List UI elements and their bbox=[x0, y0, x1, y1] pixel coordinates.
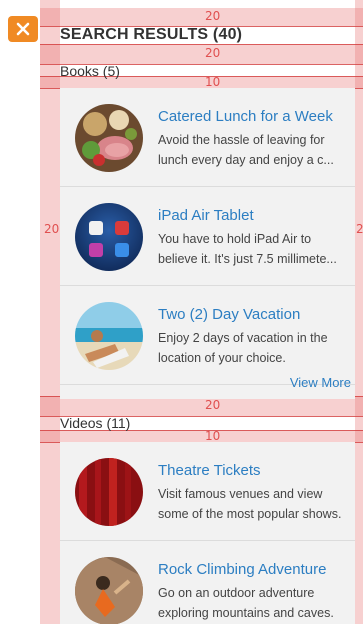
item-description-line: Enjoy 2 days of vacation in the bbox=[158, 331, 328, 345]
item-description-line: You have to hold iPad Air to bbox=[158, 232, 312, 246]
item-description: Avoid the hassle of leaving for lunch ev… bbox=[158, 130, 353, 170]
item-title[interactable]: Catered Lunch for a Week bbox=[158, 108, 333, 125]
beach-vacation-image bbox=[75, 302, 143, 370]
guide-label-right: 20 bbox=[356, 222, 363, 236]
books-results-list: Catered Lunch for a Week Avoid the hassl… bbox=[60, 88, 355, 399]
guide-label-top: 20 bbox=[205, 9, 221, 23]
guide-top-padding bbox=[40, 8, 363, 26]
guide-line bbox=[40, 44, 363, 45]
guide-label-books-gap: 10 bbox=[205, 75, 221, 89]
item-title[interactable]: Two (2) Day Vacation bbox=[158, 306, 300, 323]
item-title[interactable]: iPad Air Tablet bbox=[158, 207, 254, 224]
item-description: Enjoy 2 days of vacation in the location… bbox=[158, 328, 353, 368]
tablet-image bbox=[75, 203, 143, 271]
guide-videos-gap bbox=[40, 430, 363, 442]
item-description-line: believe it. It's just 7.5 millimete... bbox=[158, 252, 337, 266]
guide-label-left: 20 bbox=[44, 222, 60, 236]
list-item[interactable]: iPad Air Tablet You have to hold iPad Ai… bbox=[60, 187, 355, 286]
item-description-line: Avoid the hassle of leaving for bbox=[158, 133, 325, 147]
section-heading-videos: Videos (11) bbox=[60, 415, 131, 431]
item-description: Visit famous venues and view some of the… bbox=[158, 484, 353, 524]
list-item[interactable]: Rock Climbing Adventure Go on an outdoor… bbox=[60, 541, 355, 624]
videos-results-list: Theatre Tickets Visit famous venues and … bbox=[60, 442, 355, 624]
guide-label-videos-gap: 10 bbox=[205, 429, 221, 443]
page-title: SEARCH RESULTS (40) bbox=[60, 26, 243, 43]
section-heading-books: Books (5) bbox=[60, 63, 120, 79]
item-description: Go on an outdoor adventure exploring mou… bbox=[158, 583, 353, 623]
item-description: You have to hold iPad Air to believe it.… bbox=[158, 229, 353, 269]
guide-label-title-gap: 20 bbox=[205, 46, 221, 60]
guide-title-gap bbox=[40, 44, 363, 64]
item-title[interactable]: Theatre Tickets bbox=[158, 462, 261, 479]
view-more-row: View More bbox=[60, 375, 355, 399]
food-platter-image bbox=[75, 104, 143, 172]
item-title[interactable]: Rock Climbing Adventure bbox=[158, 561, 326, 578]
view-more-link[interactable]: View More bbox=[290, 375, 351, 390]
guide-section-gap bbox=[40, 396, 363, 416]
rock-climbing-image bbox=[75, 557, 143, 624]
list-item[interactable]: Catered Lunch for a Week Avoid the hassl… bbox=[60, 88, 355, 187]
list-item[interactable]: Two (2) Day Vacation Enjoy 2 days of vac… bbox=[60, 286, 355, 385]
guide-label-section-gap: 20 bbox=[205, 398, 221, 412]
theatre-image bbox=[75, 458, 143, 526]
item-description-line: exploring mountains and caves. bbox=[158, 606, 334, 620]
list-item[interactable]: Theatre Tickets Visit famous venues and … bbox=[60, 442, 355, 541]
item-description-line: location of your choice. bbox=[158, 351, 286, 365]
guide-left-padding bbox=[40, 0, 60, 624]
item-description-line: some of the most popular shows. bbox=[158, 507, 342, 521]
close-icon bbox=[16, 22, 30, 36]
item-description-line: Go on an outdoor adventure bbox=[158, 586, 315, 600]
item-description-line: lunch every day and enjoy a c... bbox=[158, 153, 334, 167]
guide-right-padding bbox=[355, 0, 363, 624]
item-description-line: Visit famous venues and view bbox=[158, 487, 323, 501]
close-button[interactable] bbox=[8, 16, 38, 42]
